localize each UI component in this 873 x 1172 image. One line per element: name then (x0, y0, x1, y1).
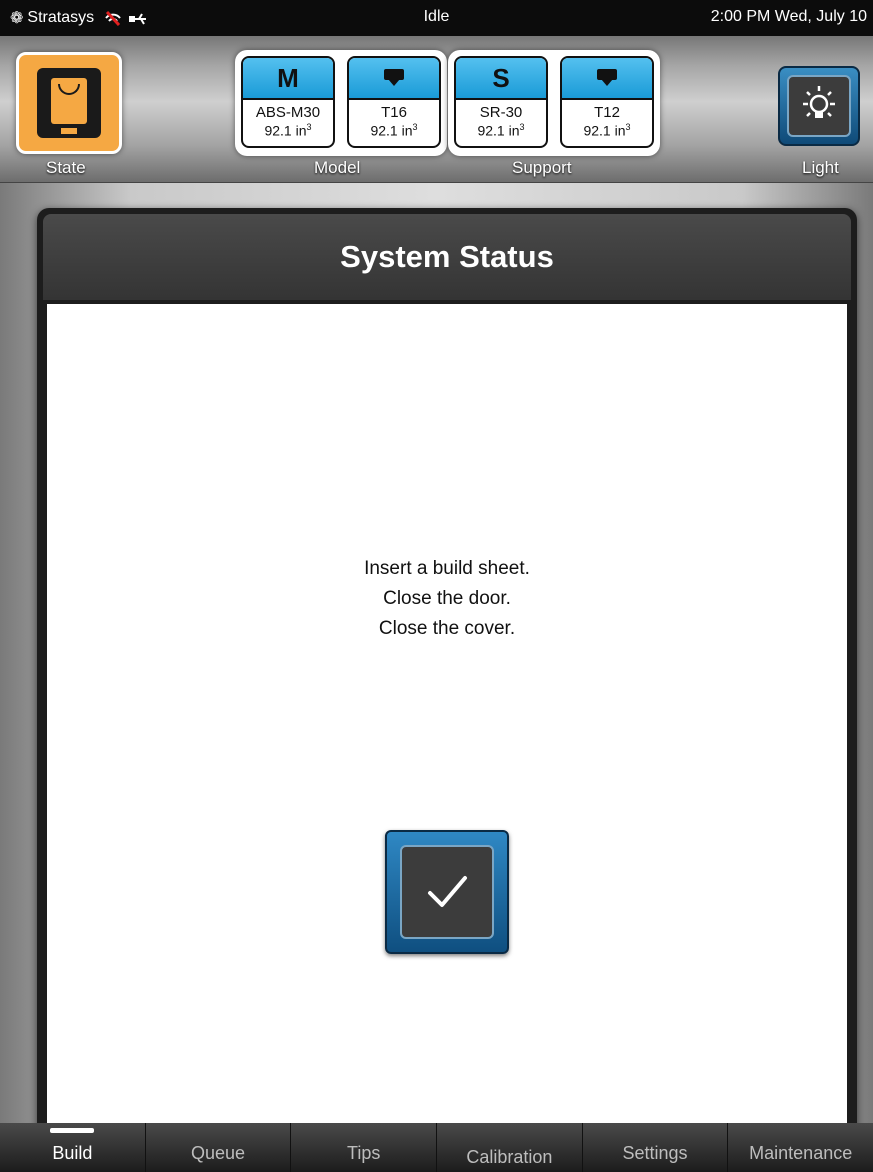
lightbulb-icon (803, 86, 835, 118)
support-material-head: S (456, 58, 546, 100)
model-tip-card[interactable]: T16 92.1 in3 (347, 56, 441, 148)
model-material-name: ABS-M30 (255, 104, 321, 121)
tab-settings[interactable]: Settings (581, 1123, 728, 1172)
support-materials-group: S SR-30 92.1 in3 T12 92.1 in3 (448, 50, 660, 156)
state-label: State (46, 158, 86, 177)
tab-tips[interactable]: Tips (290, 1123, 436, 1172)
tab-calibration[interactable]: Calibration (436, 1123, 582, 1172)
light-label: Light (802, 158, 839, 177)
status-bar: ❁ Stratasys Idle 2:00 PM Wed, July 10 (0, 0, 873, 36)
tip-icon (596, 69, 618, 87)
message-line: Close the door. (383, 588, 511, 609)
support-material-volume: 92.1 in3 (477, 122, 525, 139)
support-material-name: SR-30 (479, 104, 523, 121)
model-tip-name: T16 (381, 104, 407, 121)
checkmark-icon (428, 876, 467, 907)
model-label: Model (314, 158, 361, 177)
light-button[interactable] (778, 66, 860, 146)
confirm-button[interactable] (385, 830, 509, 954)
support-label: Support (512, 158, 572, 177)
date-time: 2:00 PM Wed, July 10 (710, 8, 867, 25)
message-line: Insert a build sheet. (364, 558, 530, 579)
model-tip-volume: 92.1 in3 (370, 122, 418, 139)
tab-queue[interactable]: Queue (144, 1123, 291, 1172)
tip-icon (383, 69, 405, 87)
model-material-card[interactable]: M ABS-M30 92.1 in3 (241, 56, 335, 148)
status-message: Insert a build sheet. Close the door. Cl… (47, 554, 847, 644)
dialog-body: Insert a build sheet. Close the door. Cl… (47, 304, 847, 1146)
tab-maintenance[interactable]: Maintenance (727, 1123, 873, 1172)
support-tip-volume: 92.1 in3 (583, 122, 631, 139)
top-toolbar: State M ABS-M30 92.1 in3 T16 92.1 in3 Mo… (0, 36, 873, 183)
model-material-head: M (243, 58, 333, 100)
dialog-title: System Status (43, 214, 851, 300)
printer-icon (37, 68, 101, 138)
message-line: Close the cover. (378, 618, 516, 639)
state-button[interactable] (16, 52, 122, 154)
support-material-card[interactable]: S SR-30 92.1 in3 (454, 56, 548, 148)
model-material-volume: 92.1 in3 (264, 122, 312, 139)
model-materials-group: M ABS-M30 92.1 in3 T16 92.1 in3 (235, 50, 447, 156)
support-tip-name: T12 (594, 104, 620, 121)
bottom-tab-bar: Build Queue Tips Calibration Settings Ma… (0, 1123, 873, 1172)
system-status-dialog: System Status Insert a build sheet. Clos… (37, 208, 857, 1160)
support-tip-card[interactable]: T12 92.1 in3 (560, 56, 654, 148)
tab-build[interactable]: Build (0, 1123, 145, 1172)
